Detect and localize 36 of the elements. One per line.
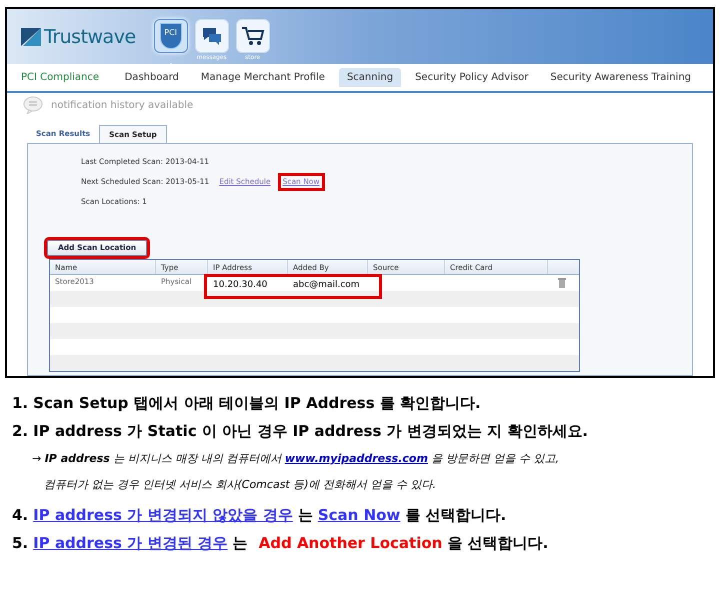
step-text: Scan Setup 탭에서 아래 테이블의 IP Address 를 확인합니다. [33,393,481,414]
trash-icon[interactable] [558,278,566,288]
step-number: 5. [12,533,28,554]
step-text: 을 선택합니다. [447,533,548,554]
app-icon-button[interactable]: PCI [154,19,188,53]
notification-text: notification history available [51,98,194,112]
shield-label: PCI [164,27,178,39]
chat-bubbles-icon [200,26,223,46]
nav-tab[interactable]: Security Awareness Training [542,68,699,87]
step-link[interactable]: IP address 가 변경된 경우 [33,532,228,554]
brand-label: PCI Compliance [21,71,100,85]
step-note: → IP address 는 비지니스 매장 내의 컴퓨터에서 www.myipaddress.com 을 방문하면 얻을 수 있고, [32,451,560,467]
step-number: 4. [12,505,28,526]
nav-tab[interactable]: Security Policy Advisor [407,68,536,87]
step-link[interactable]: IP address 가 변경되지 않았을 경우 [33,504,293,526]
logo-text: Trustwave [44,25,136,50]
step-highlight-text: Add Another Location [258,533,442,554]
table-cell-text: 10.20.30.40 [212,279,268,292]
step-text: 는 [298,505,313,526]
logo-icon [21,28,41,46]
step-number: 1. [12,393,28,414]
nav-tab[interactable]: Dashboard [116,68,187,87]
speech-bubble-icon [23,96,43,114]
shopping-cart-icon [240,25,265,47]
step-note: 컴퓨터가 없는 경우 인터넷 서비스 회사(Comcast 등)에 전화해서 얻을 수 있다. [44,477,438,493]
website-link[interactable]: www.myipaddress.com [284,452,428,465]
step-text: 를 선택합니다. [405,505,506,526]
nav-tab[interactable]: Scanning [338,68,402,87]
nav-tab[interactable]: Manage Merchant Profile [192,68,333,87]
step-number: 2. [12,421,28,442]
app-icon-button[interactable] [194,19,229,53]
step-link[interactable]: Scan Now [318,504,400,526]
step-text: IP address 가 Static 이 아닌 경우 IP address 가 변경되었는 지 확인하세요. [33,421,588,442]
step-text: 는 [232,533,248,554]
table-cell-text: abc@mail.com [292,279,361,292]
app-icon-button[interactable] [236,19,270,53]
